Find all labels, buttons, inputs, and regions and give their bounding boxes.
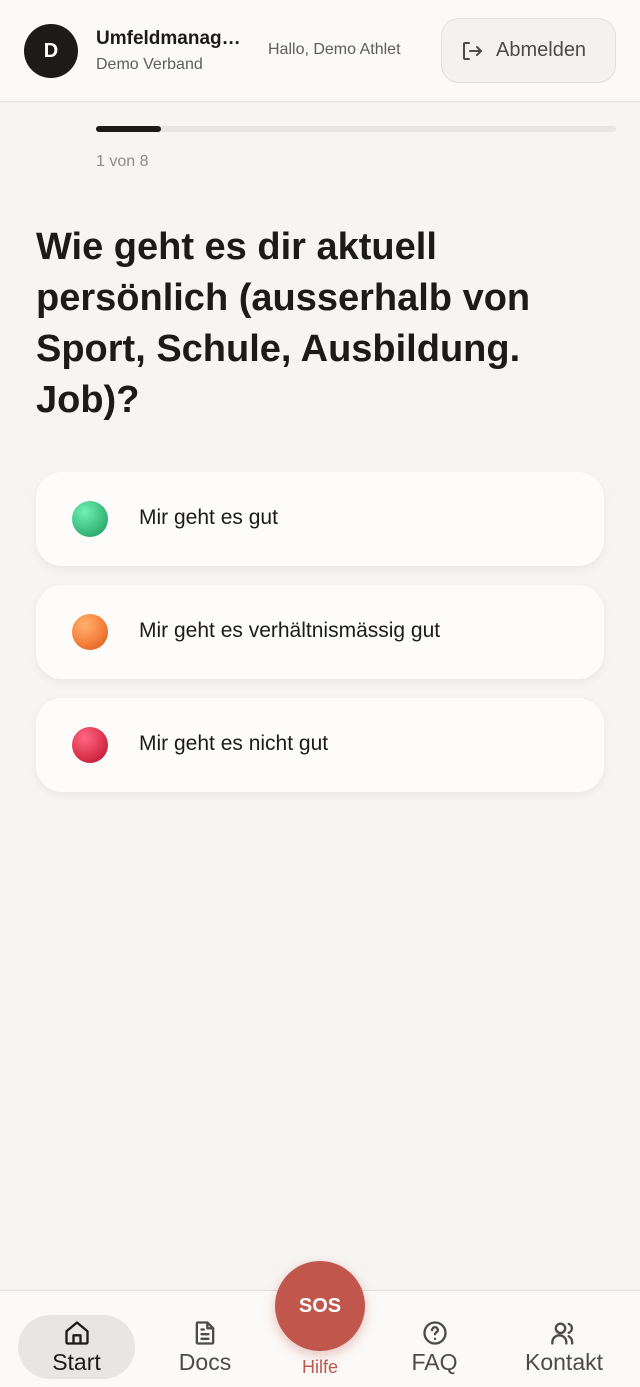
avatar[interactable]: D bbox=[24, 24, 78, 78]
nav-docs-label: Docs bbox=[178, 1349, 232, 1375]
answer-option-label: Mir geht es verhältnismässig gut bbox=[139, 619, 441, 642]
question-icon bbox=[422, 1321, 447, 1345]
answer-option-good[interactable]: Mir geht es gut bbox=[36, 472, 604, 566]
users-icon bbox=[551, 1322, 574, 1345]
logout-button[interactable]: Abmelden bbox=[441, 18, 616, 83]
org-name: Umfeldmanagement bbox=[96, 28, 244, 49]
nav-faq[interactable]: FAQ bbox=[392, 1315, 477, 1379]
logout-label: Abmelden bbox=[496, 39, 587, 61]
answer-option-label: Mir geht es nicht gut bbox=[139, 732, 329, 755]
app-header: D Umfeldmanagement Demo Verband Hallo, D… bbox=[0, 0, 640, 102]
sos-caption: Hilfe bbox=[301, 1357, 338, 1377]
document-icon bbox=[195, 1321, 215, 1345]
answer-option-moderate[interactable]: Mir geht es verhältnismässig gut bbox=[36, 585, 604, 679]
nav-kontakt[interactable]: Kontakt bbox=[510, 1315, 618, 1379]
nav-start[interactable]: Start bbox=[18, 1315, 135, 1379]
nav-kontakt-label: Kontakt bbox=[525, 1349, 603, 1375]
logout-icon bbox=[463, 41, 482, 60]
nav-docs[interactable]: Docs bbox=[160, 1315, 250, 1379]
status-dot-icon bbox=[72, 501, 108, 537]
status-dot-icon bbox=[72, 614, 108, 650]
progress-fill bbox=[96, 126, 161, 132]
progress-bar bbox=[96, 126, 616, 132]
status-dot-icon bbox=[72, 727, 108, 763]
nav-faq-label: FAQ bbox=[411, 1349, 458, 1375]
greeting-text: Hallo, Demo Athlet bbox=[268, 41, 401, 58]
sos-button[interactable]: SOS bbox=[275, 1261, 365, 1351]
nav-start-label: Start bbox=[52, 1349, 101, 1375]
page: D Umfeldmanagement Demo Verband Hallo, D… bbox=[0, 0, 640, 1387]
answer-option-label: Mir geht es gut bbox=[139, 506, 278, 529]
home-icon bbox=[64, 1321, 89, 1345]
org-subtitle: Demo Verband bbox=[96, 56, 203, 73]
answer-option-bad[interactable]: Mir geht es nicht gut bbox=[36, 698, 604, 792]
question-title: Wie geht es dir aktuell persönlich (auss… bbox=[36, 226, 531, 421]
progress-label: 1 von 8 bbox=[96, 153, 149, 170]
